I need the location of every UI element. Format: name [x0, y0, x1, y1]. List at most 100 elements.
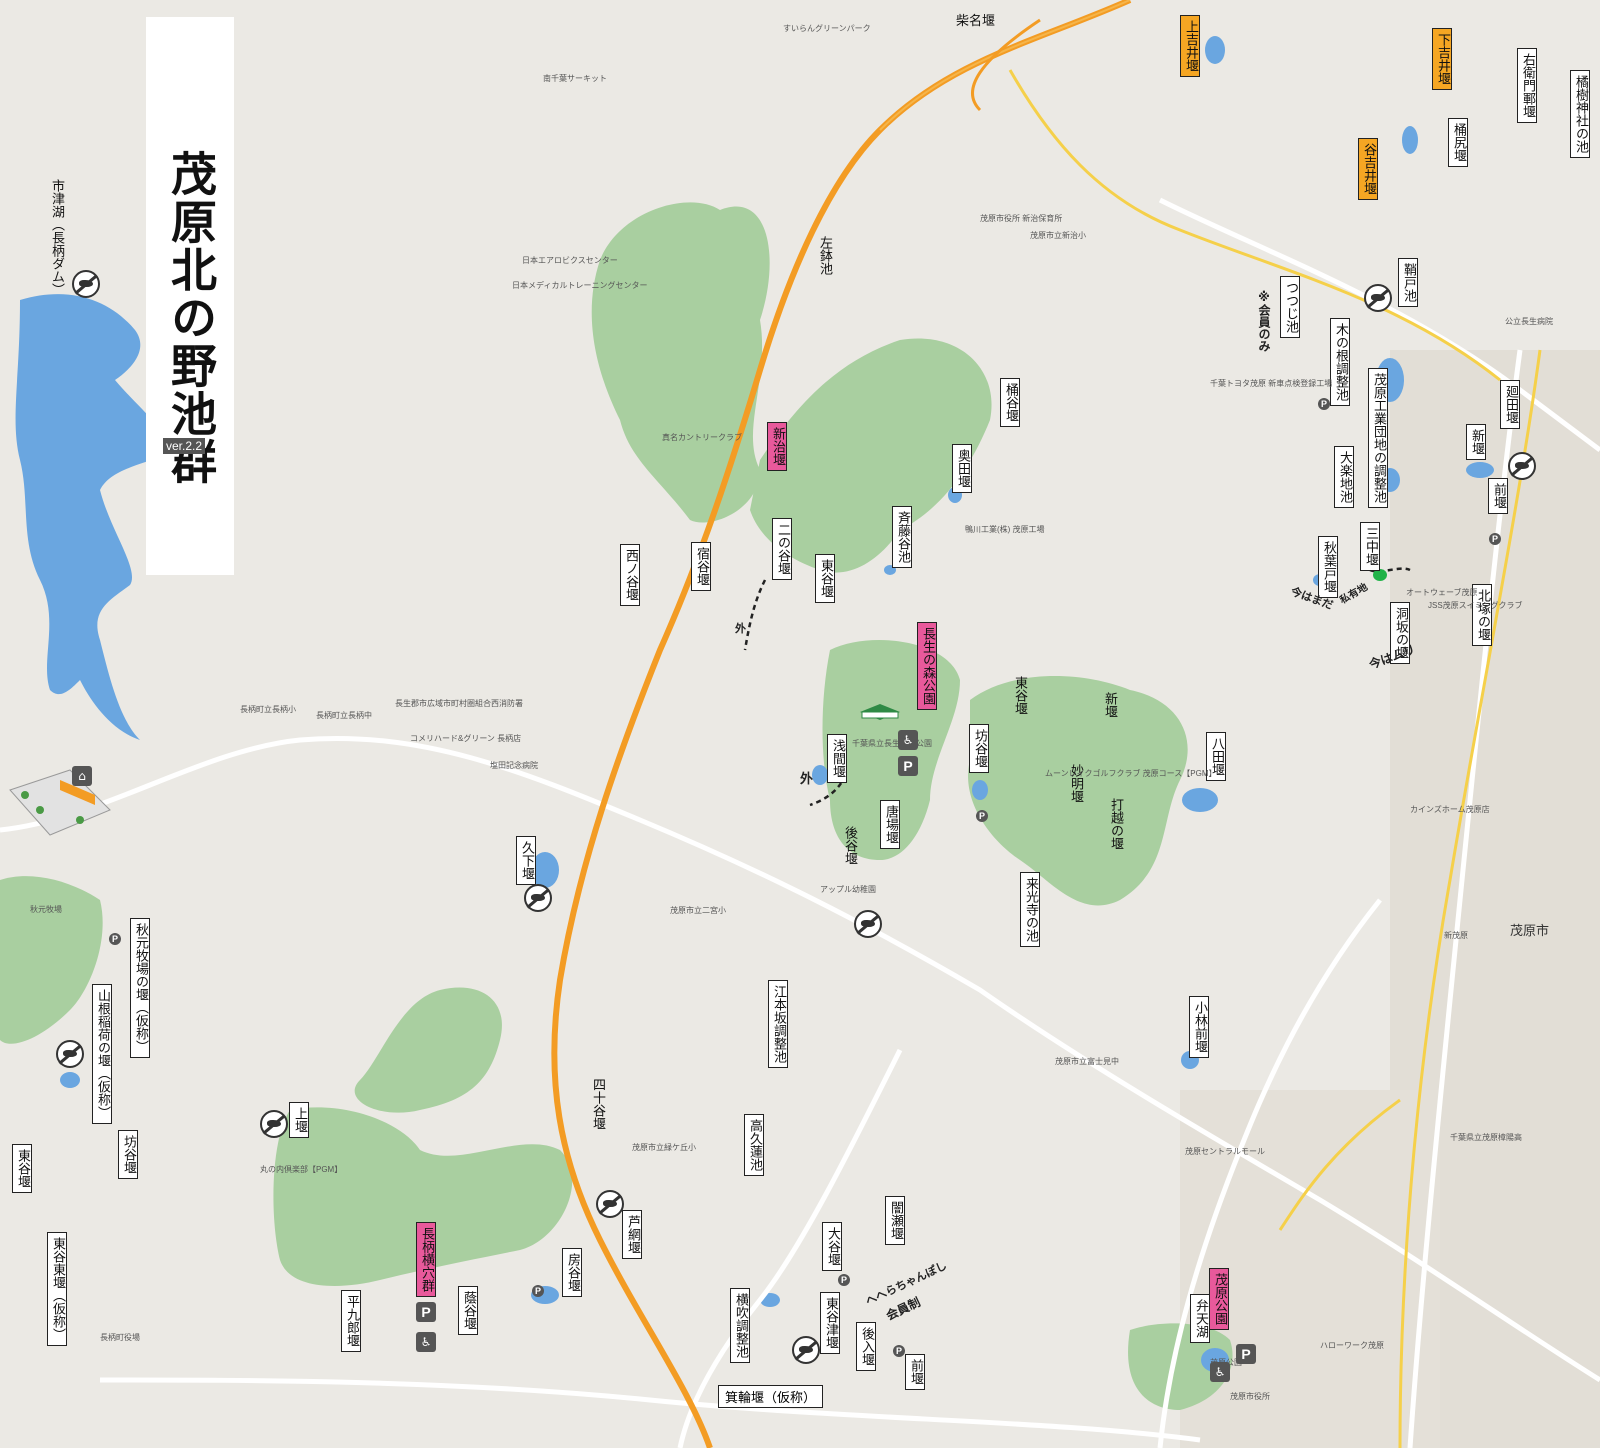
pond-label-mobara-park: 茂原公園: [1209, 1268, 1229, 1330]
pond-label-kageya: 蔭谷堰: [458, 1286, 478, 1335]
pond-label-akibado: 秋葉戸堰: [1318, 536, 1338, 598]
text-ushiroya: 後谷堰: [842, 826, 857, 865]
place-name: 茂原市立富士見中: [1055, 1057, 1119, 1066]
pond-label-kamiyoshii: 上吉井堰: [1180, 15, 1200, 77]
pond-label-bouya: 坊谷堰: [969, 724, 989, 773]
place-name: 茂原セントラルモール: [1185, 1147, 1265, 1156]
no-fishing-icon: [56, 1040, 84, 1068]
pond-label-karaba: 唐場堰: [880, 800, 900, 849]
pond-label-yamane: 山根稲荷の堰（仮称）: [92, 984, 112, 1124]
no-fishing-icon: [1364, 284, 1392, 312]
map-title: 茂原北の野池群: [164, 150, 218, 486]
place-name: アップル幼稚園: [820, 885, 876, 894]
parking-icon: P: [976, 810, 988, 822]
parking-icon: P: [898, 756, 918, 776]
pond-label-higashiya: 東谷堰: [815, 554, 835, 603]
pond-label-oya: 大谷堰: [822, 1222, 842, 1271]
pond-label-kokoji: 来光寺の池: [1020, 872, 1040, 947]
pond-label-shinji: 新治堰: [767, 422, 787, 471]
place-name: コメリハード&グリーン 長柄店: [410, 734, 522, 743]
pond-label-maezeki: 前堰: [1488, 478, 1508, 514]
place-name: 長柄町立長柄中: [316, 711, 372, 720]
place-name: 茂原市立新治小: [1030, 231, 1086, 240]
pond-label-sodada: 廻田堰: [1500, 380, 1520, 429]
text-higashiya-golf: 東谷堰: [1012, 676, 1027, 715]
text-uchikoshi: 打越の堰: [1108, 798, 1123, 850]
note-outside: 外: [800, 772, 814, 787]
pond-label-okejiri: 桶尻堰: [1448, 118, 1468, 167]
parking-icon: P: [416, 1302, 436, 1322]
parking-icon: P: [109, 933, 121, 945]
place-name: 茂原市役所: [1230, 1392, 1270, 1401]
pond-label-kurase: 闇瀬堰: [885, 1196, 905, 1245]
place-name: オートウェーブ茂原: [1406, 588, 1478, 597]
pond-label-fusaya: 房谷堰: [562, 1248, 582, 1297]
pond-label-higashiya-west: 東谷堰: [12, 1144, 32, 1193]
no-fishing-icon: [1508, 452, 1536, 480]
pond-label-higashiyahigashi: 東谷東堰（仮称）: [47, 1232, 67, 1346]
place-name: 真名カントリークラブ: [662, 433, 742, 442]
pond-label-asama: 浅間堰: [827, 734, 847, 783]
no-fishing-icon: [72, 270, 100, 298]
pond-label-mitsunaka: 三中堰: [1360, 522, 1380, 571]
pond-label-saitoya: 斉藤谷池: [892, 506, 912, 568]
pond-label-okuda: 奥田堰: [952, 444, 972, 493]
pond-label-emotozaka: 江本坂調整池: [768, 980, 788, 1068]
note-outside2: 外: [735, 622, 746, 635]
pond-label-mae-south: 前堰: [905, 1354, 925, 1390]
note-members-only: ※会員のみ: [1257, 290, 1271, 352]
toilet-icon: ♿: [1210, 1362, 1230, 1382]
text-shijuya: 四十谷堰: [590, 1078, 605, 1130]
place-name: 茂原市役所 新治保育所: [980, 214, 1063, 223]
no-fishing-icon: [596, 1190, 624, 1218]
place-name: ムーンレイクゴルフクラブ 茂原コース【PGM】: [1045, 769, 1217, 778]
pond-label-kugeshita: 久下堰: [516, 836, 536, 885]
place-name: すいらんグリーンパーク: [783, 24, 871, 33]
text-hidariike: 左鉢池: [817, 236, 832, 275]
place-name: 日本メディカルトレーニングセンター: [512, 281, 648, 290]
no-fishing-icon: [524, 884, 552, 912]
pond-label-yokobuki: 横吹調整池: [730, 1288, 750, 1363]
toilet-icon: ♿: [416, 1332, 436, 1352]
place-name: 千葉県立長生の森公園: [852, 739, 932, 748]
pond-label-ashiami: 芦網堰: [622, 1210, 642, 1259]
pond-label-chosei-park: 長生の森公園: [917, 622, 937, 710]
place-name: 鴨川工業(株) 茂原工場: [965, 525, 1045, 534]
parking-icon: P: [1236, 1344, 1256, 1364]
place-name: 茂原市立緑ケ丘小: [632, 1143, 696, 1152]
pond-label-nishinoya: 西ノ谷堰: [620, 544, 640, 606]
pond-label-takakuhasu: 高久蓮池: [744, 1114, 764, 1176]
parking-icon: P: [532, 1285, 544, 1297]
place-name: 公立長生病院: [1505, 317, 1553, 326]
pond-label-mobarakogyo: 茂原工業団地の調整池: [1368, 368, 1388, 508]
place-name: カインズホーム茂原店: [1410, 805, 1490, 814]
map-canvas[interactable]: [0, 0, 1600, 1448]
pond-label-okeya: 桶谷堰: [1000, 378, 1020, 427]
place-name: 茂原市立二宮小: [670, 906, 726, 915]
place-name: 塩田記念病院: [490, 761, 538, 770]
place-name: 新茂原: [1444, 931, 1468, 940]
place-name: 丸の内倶楽部【PGM】: [260, 1165, 343, 1174]
pond-label-akimoto: 秋元牧場の堰（仮称）: [130, 918, 150, 1058]
pond-label-kinone: 木の根調整池: [1330, 318, 1350, 406]
pond-label-ichitsuko: 市津湖（長柄ダム）: [49, 179, 64, 296]
parking-icon: P: [1489, 533, 1501, 545]
place-name: 茂原市: [1510, 923, 1550, 938]
pond-label-ushiroiri: 後入堰: [856, 1322, 876, 1371]
pond-label-tachibana: 橘樹神社の池: [1570, 70, 1590, 158]
parking-icon: P: [893, 1345, 905, 1357]
pond-label-kobayashimae: 小林前堰: [1189, 996, 1209, 1058]
pond-label-ninoya: 二の谷堰: [772, 518, 792, 580]
pond-label-minowa: 箕輪堰（仮称）: [718, 1385, 824, 1408]
pond-label-shukuya: 宿谷堰: [691, 542, 711, 591]
parking-icon: P: [838, 1274, 850, 1286]
pond-label-hagido: 鞘戸池: [1398, 258, 1418, 307]
pond-label-nagarayoko: 長柄横穴群: [416, 1222, 436, 1297]
place-name: 長柄町役場: [100, 1333, 140, 1342]
pond-label-shimoyoshii: 下吉井堰: [1432, 28, 1452, 90]
no-fishing-icon: [854, 910, 882, 938]
pond-label-heikuro: 平九郎堰: [341, 1290, 361, 1352]
text-sainazeki: 柴名堰: [956, 14, 996, 29]
text-shinzeki-golf: 新堰: [1102, 692, 1117, 718]
place-name: 千葉県立茂原樟陽高: [1450, 1133, 1522, 1142]
